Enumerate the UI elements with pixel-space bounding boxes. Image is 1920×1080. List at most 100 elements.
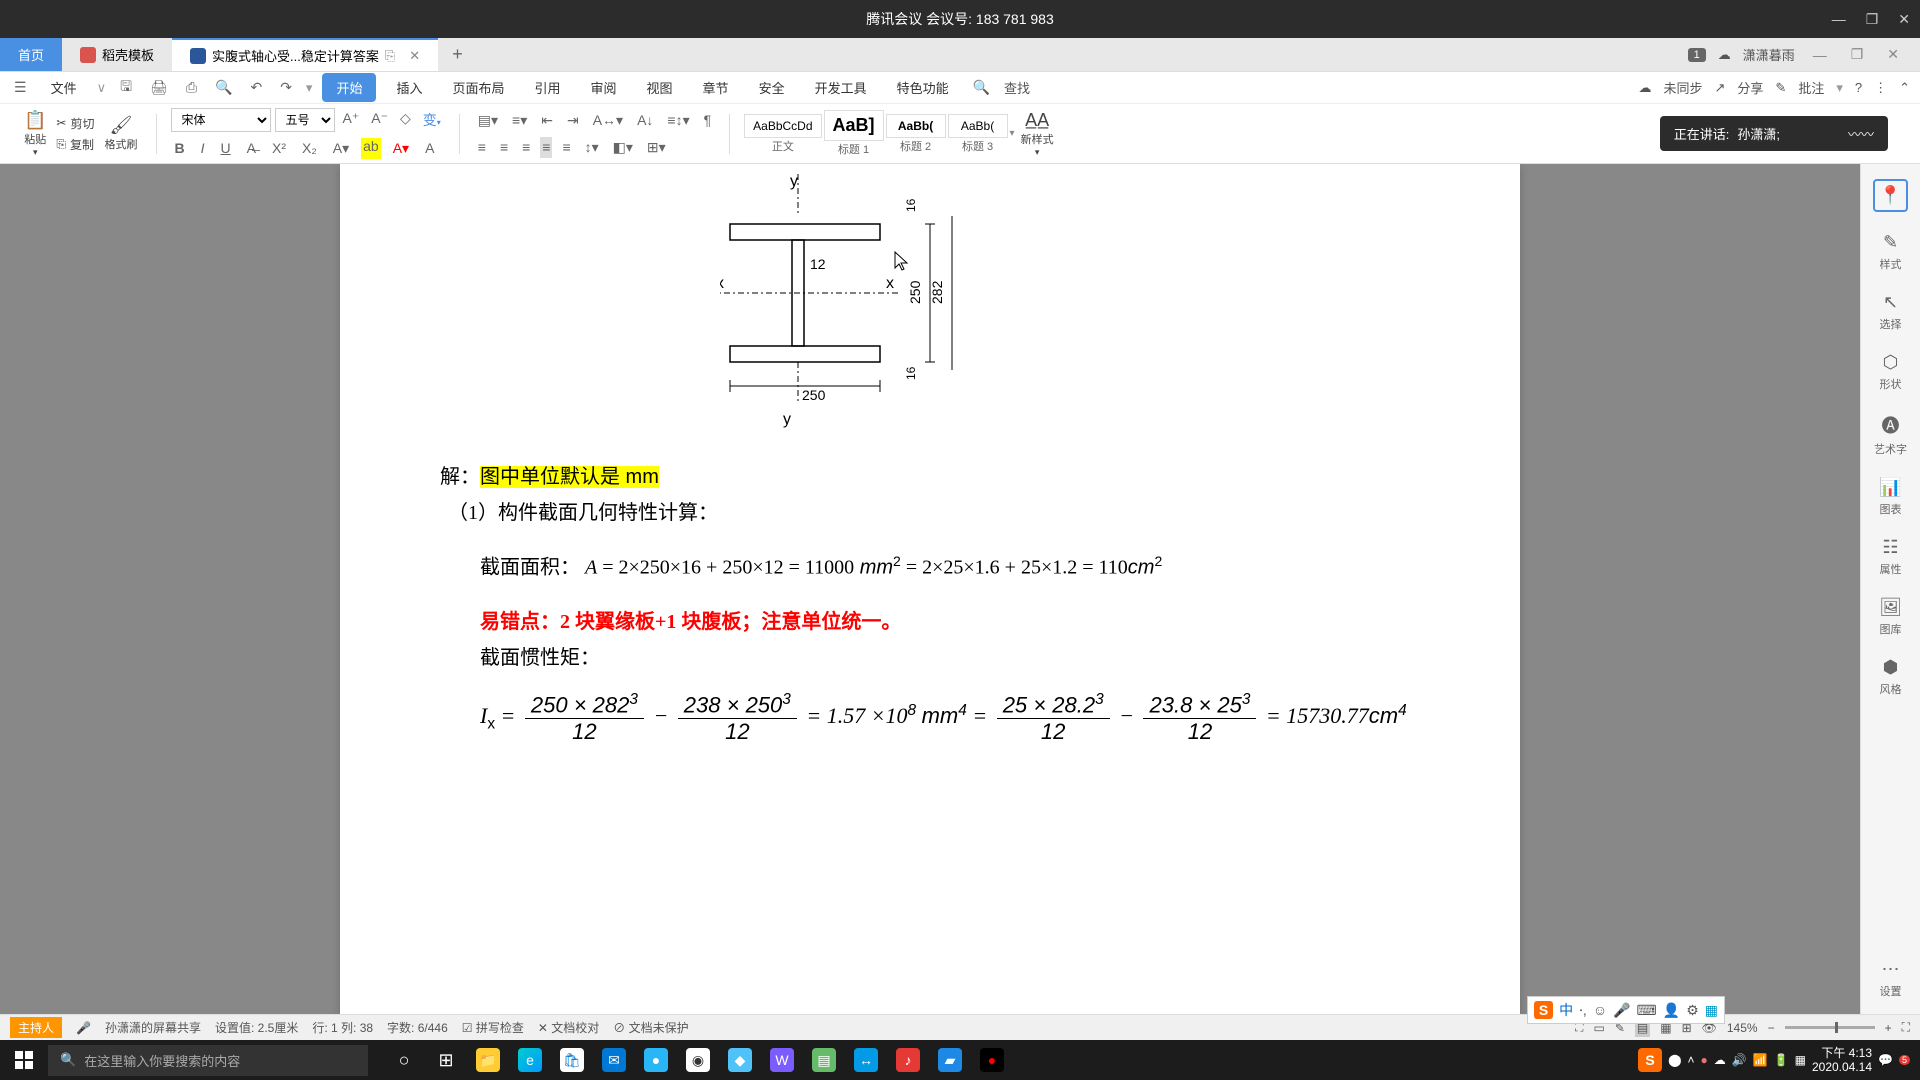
user-name[interactable]: 潇潇暮雨: [1743, 45, 1795, 64]
record-icon[interactable]: ●: [972, 1040, 1012, 1080]
collapse-ribbon-icon[interactable]: ⌃: [1899, 80, 1910, 96]
tab-close-icon[interactable]: ✕: [409, 48, 420, 64]
store-icon[interactable]: 🛍: [552, 1040, 592, 1080]
edge-icon[interactable]: e: [510, 1040, 550, 1080]
undo-icon[interactable]: ↶: [246, 77, 266, 98]
app-icon-2[interactable]: ◆: [720, 1040, 760, 1080]
text-effect-icon[interactable]: A▾: [329, 138, 353, 159]
style-heading1[interactable]: AaB]标题 1: [824, 110, 884, 157]
increase-font-icon[interactable]: A⁺: [339, 108, 364, 132]
side-art-text[interactable]: 🅐艺术字: [1874, 412, 1907, 457]
zoom-out-icon[interactable]: −: [1768, 1021, 1775, 1035]
start-button[interactable]: [0, 1040, 48, 1080]
style-heading2[interactable]: AaBb(标题 2: [886, 114, 946, 154]
bold-icon[interactable]: B: [171, 138, 189, 159]
tray-clock[interactable]: 下午 4:132020.04.14: [1812, 1046, 1872, 1075]
app-maximize-icon[interactable]: ❐: [1845, 46, 1870, 63]
zoom-value[interactable]: 145%: [1727, 1021, 1758, 1035]
menu-review[interactable]: 审阅: [581, 74, 627, 101]
preview-icon[interactable]: ⎙: [182, 77, 201, 98]
print-icon[interactable]: 🖨: [146, 77, 172, 98]
status-spellcheck[interactable]: ☑ 拼写检查: [462, 1019, 524, 1036]
excel-icon[interactable]: ▤: [804, 1040, 844, 1080]
menu-search-label[interactable]: 查找: [1004, 78, 1030, 97]
menu-file[interactable]: 文件: [41, 74, 87, 101]
side-chart[interactable]: 📊图表: [1879, 477, 1901, 517]
line-spacing-icon[interactable]: ≡↕▾: [663, 110, 693, 131]
number-list-icon[interactable]: ≡▾: [508, 110, 531, 131]
style-more-icon[interactable]: ▾: [1010, 128, 1015, 139]
share-icon[interactable]: ↗: [1714, 80, 1725, 96]
tray-app-icon[interactable]: ⬤: [1668, 1053, 1681, 1067]
tab-document[interactable]: 实腹式轴心受...稳定计算答案 ⎘ ✕: [172, 38, 438, 71]
border-icon[interactable]: ⊞▾: [643, 137, 670, 158]
bullet-list-icon[interactable]: ▤▾: [474, 110, 502, 131]
mail-icon[interactable]: ✉: [594, 1040, 634, 1080]
tray-chevron-icon[interactable]: ˄: [1688, 1053, 1695, 1067]
side-style[interactable]: ✎样式: [1880, 232, 1902, 272]
font-color-icon[interactable]: A▾: [389, 138, 413, 159]
indent-dec-icon[interactable]: ⇤: [537, 110, 557, 131]
copy-button[interactable]: ⎘ 复制: [56, 136, 94, 153]
tray-sogou-icon[interactable]: S: [1638, 1048, 1662, 1072]
tray-notification-icon[interactable]: 💬: [1878, 1053, 1893, 1067]
taskbar-search[interactable]: 🔍 在这里输入你要搜索的内容: [48, 1045, 368, 1076]
side-marker[interactable]: 📍: [1873, 179, 1907, 212]
underline-icon[interactable]: U: [217, 138, 235, 159]
taskview-icon[interactable]: ⊞: [426, 1040, 466, 1080]
format-painter-button[interactable]: 🖌格式刷: [101, 113, 142, 154]
clear-format-icon[interactable]: ◇: [396, 108, 415, 132]
maximize-icon[interactable]: ❐: [1866, 11, 1879, 28]
cortana-icon[interactable]: ○: [384, 1040, 424, 1080]
side-theme[interactable]: ⬢风格: [1880, 657, 1902, 697]
align-left-icon[interactable]: ≡: [474, 137, 490, 158]
char-shading-icon[interactable]: A: [421, 138, 438, 159]
fit-icon[interactable]: ⛶: [1902, 1020, 1910, 1035]
redo-icon[interactable]: ↷: [276, 77, 296, 98]
zoom-slider[interactable]: [1785, 1026, 1875, 1029]
notification-badge[interactable]: 1: [1688, 48, 1706, 62]
indent-inc-icon[interactable]: ⇥: [563, 110, 583, 131]
teamviewer-icon[interactable]: ↔: [846, 1040, 886, 1080]
document-scroll[interactable]: y x x 12: [0, 164, 1860, 1014]
font-family-select[interactable]: 宋体: [171, 108, 271, 132]
side-shape[interactable]: ⬡形状: [1880, 352, 1902, 392]
align-justify-icon[interactable]: ≡: [540, 137, 552, 158]
side-gallery[interactable]: 🖼图库: [1879, 597, 1902, 637]
tray-onedrive-icon[interactable]: ☁: [1714, 1053, 1726, 1067]
sort-icon[interactable]: A↓: [633, 110, 657, 131]
tray-ime-icon[interactable]: ▦: [1795, 1053, 1806, 1067]
sync-icon[interactable]: ☁: [1638, 80, 1651, 96]
highlight-icon[interactable]: ab: [361, 138, 381, 159]
menu-reference[interactable]: 引用: [525, 74, 571, 101]
tray-security-icon[interactable]: ●: [1701, 1053, 1708, 1067]
ime-toolbar[interactable]: S 中⸱,☺🎤⌨👤⚙▦: [1527, 996, 1725, 1024]
show-marks-icon[interactable]: ¶: [700, 110, 716, 131]
app-minimize-icon[interactable]: —: [1807, 47, 1833, 63]
superscript-icon[interactable]: X²: [268, 138, 290, 159]
menu-chapter[interactable]: 章节: [693, 74, 739, 101]
annotate-icon[interactable]: ✎: [1775, 80, 1786, 96]
tray-volume-icon[interactable]: 🔊: [1732, 1053, 1747, 1067]
decrease-font-icon[interactable]: A⁻: [367, 108, 392, 132]
phonetic-icon[interactable]: 变▾: [419, 108, 445, 132]
paste-button[interactable]: 📋粘贴▾: [20, 108, 50, 160]
save-icon[interactable]: 🖫: [116, 74, 136, 102]
new-style-button[interactable]: A̲A̲新样式▾: [1017, 108, 1058, 160]
menu-insert[interactable]: 插入: [386, 74, 432, 101]
align-center-icon[interactable]: ≡: [496, 137, 512, 158]
minimize-icon[interactable]: —: [1832, 11, 1846, 28]
side-property[interactable]: ☷属性: [1880, 537, 1902, 577]
tray-network-icon[interactable]: 📶: [1753, 1053, 1768, 1067]
italic-icon[interactable]: I: [197, 138, 209, 159]
menu-view[interactable]: 视图: [637, 74, 683, 101]
side-select[interactable]: ↖选择: [1880, 292, 1902, 332]
zoom-in-icon[interactable]: +: [1885, 1021, 1892, 1035]
chrome-icon[interactable]: ◉: [678, 1040, 718, 1080]
style-heading3[interactable]: AaBb(标题 3: [948, 114, 1008, 154]
close-icon[interactable]: ✕: [1898, 11, 1910, 28]
netease-icon[interactable]: ♪: [888, 1040, 928, 1080]
strikethrough-icon[interactable]: A̶: [243, 138, 260, 159]
line-height-icon[interactable]: ↕▾: [581, 137, 603, 158]
font-size-select[interactable]: 五号: [275, 108, 335, 132]
